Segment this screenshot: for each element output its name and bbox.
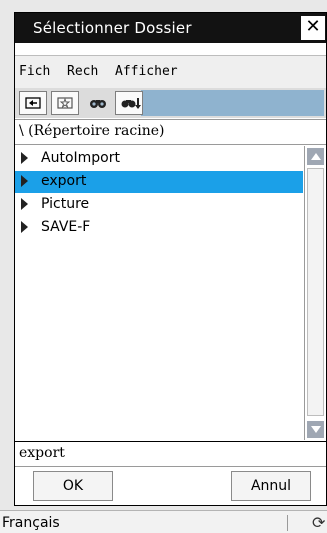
cancel-button[interactable]: Annul	[231, 471, 311, 501]
folder-label: export	[41, 173, 87, 189]
current-path: \ (Répertoire racine)	[19, 123, 165, 139]
scroll-track[interactable]	[307, 168, 324, 416]
toolbar-strip	[141, 90, 324, 116]
dialog-title: Sélectionner Dossier	[33, 19, 192, 37]
folder-label: AutoImport	[41, 150, 120, 166]
folder-name-field[interactable]: export	[15, 441, 326, 467]
close-icon: ✕	[305, 16, 321, 37]
expand-arrow-icon	[21, 175, 28, 187]
menu-fich[interactable]: Fich	[19, 64, 50, 79]
menu-rech[interactable]: Rech	[67, 64, 98, 79]
find-button[interactable]	[83, 91, 111, 115]
folder-up-button[interactable]	[19, 91, 47, 115]
screen: Sélectionner Dossier ✕ Fich Rech Affiche…	[0, 0, 327, 533]
list-item[interactable]: Picture	[15, 194, 303, 216]
expand-arrow-icon	[21, 198, 28, 210]
find-icon	[90, 100, 106, 108]
list-item-selected[interactable]: export	[15, 171, 303, 193]
path-bar: \ (Répertoire racine)	[15, 119, 326, 145]
status-divider	[287, 515, 288, 531]
refresh-icon[interactable]: ⟳	[312, 513, 325, 532]
title-bar: Sélectionner Dossier ✕	[15, 13, 326, 43]
folder-label: Picture	[41, 196, 90, 212]
scroll-up-button[interactable]	[307, 148, 324, 165]
list-item[interactable]: AutoImport	[15, 148, 303, 170]
scroll-down-button[interactable]	[307, 421, 324, 438]
new-folder-icon	[57, 97, 73, 109]
close-button[interactable]: ✕	[301, 16, 325, 40]
folder-up-icon	[25, 97, 41, 109]
scrollbar[interactable]	[304, 146, 325, 440]
new-folder-button[interactable]	[51, 91, 79, 115]
menu-bar: Fich Rech Afficher	[15, 55, 326, 89]
folder-list: AutoImport export Picture SAVE-F	[15, 146, 326, 440]
language-status: Français	[2, 515, 60, 531]
folder-name-value: export	[19, 445, 65, 461]
find-next-button[interactable]	[115, 91, 143, 115]
arrow-up-icon	[311, 153, 321, 160]
status-bar: Français ⟳	[0, 510, 327, 533]
arrow-down-icon	[311, 426, 321, 433]
ok-button[interactable]: OK	[33, 471, 113, 501]
menu-afficher[interactable]: Afficher	[115, 64, 178, 79]
expand-arrow-icon	[21, 221, 28, 233]
expand-arrow-icon	[21, 152, 28, 164]
select-folder-dialog: Sélectionner Dossier ✕ Fich Rech Affiche…	[14, 12, 327, 506]
find-next-icon	[121, 98, 141, 109]
toolbar	[15, 88, 326, 118]
folder-label: SAVE-F	[41, 219, 91, 235]
list-item[interactable]: SAVE-F	[15, 217, 303, 239]
